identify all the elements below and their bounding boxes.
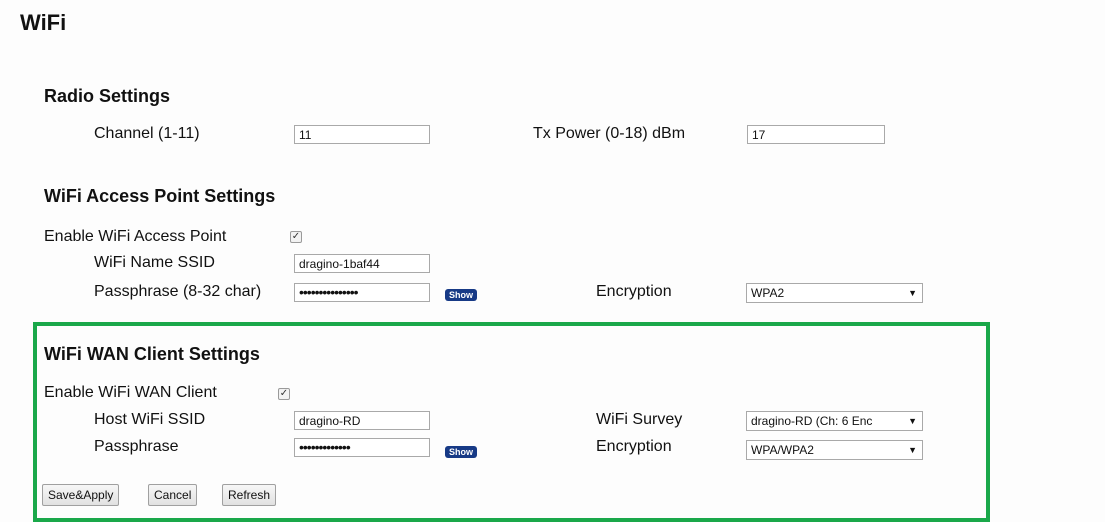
wifi-survey-select[interactable]: dragino-RD (Ch: 6 Enc ▼ (746, 411, 923, 431)
refresh-button[interactable]: Refresh (222, 484, 277, 506)
host-ssid-input[interactable] (294, 411, 430, 430)
wifi-survey-value: dragino-RD (Ch: 6 Enc (751, 414, 873, 428)
wifi-survey-label: WiFi Survey (596, 411, 683, 428)
wan-settings-heading: WiFi WAN Client Settings (44, 344, 260, 364)
channel-label: Channel (1-11) (94, 125, 200, 142)
ap-encryption-value: WPA2 (751, 286, 785, 300)
ap-show-password-button[interactable]: Show (445, 289, 477, 301)
dropdown-arrow-icon: ▼ (908, 416, 917, 426)
enable-wan-checkbox[interactable]: ✓ (278, 388, 290, 400)
wan-encryption-value: WPA/WPA2 (751, 443, 814, 457)
check-mark-icon: ✓ (291, 231, 301, 242)
dropdown-arrow-icon: ▼ (908, 288, 917, 298)
check-mark-icon: ✓ (279, 388, 289, 399)
wan-encryption-select[interactable]: WPA/WPA2 ▼ (746, 440, 923, 460)
txpower-label: Tx Power (0-18) dBm (533, 125, 686, 142)
wan-passphrase-label: Passphrase (94, 438, 179, 455)
wan-passphrase-input[interactable] (294, 438, 430, 457)
page-title: WiFi (20, 10, 67, 35)
cancel-button[interactable]: Cancel (148, 484, 198, 506)
dropdown-arrow-icon: ▼ (908, 445, 917, 455)
enable-ap-label: Enable WiFi Access Point (44, 228, 227, 245)
wan-encryption-label: Encryption (596, 438, 672, 455)
save-apply-button[interactable]: Save&Apply (42, 484, 120, 506)
channel-input[interactable] (294, 125, 430, 144)
ap-passphrase-input[interactable] (294, 283, 430, 302)
ap-ssid-input[interactable] (294, 254, 430, 273)
enable-wan-label: Enable WiFi WAN Client (44, 384, 217, 401)
ap-ssid-label: WiFi Name SSID (94, 254, 215, 271)
ap-passphrase-label: Passphrase (8-32 char) (94, 283, 262, 300)
host-ssid-label: Host WiFi SSID (94, 411, 206, 428)
ap-settings-heading: WiFi Access Point Settings (44, 186, 276, 206)
ap-encryption-label: Encryption (596, 283, 672, 300)
enable-ap-checkbox[interactable]: ✓ (290, 231, 302, 243)
txpower-input[interactable] (747, 125, 885, 144)
wan-show-password-button[interactable]: Show (445, 446, 477, 458)
ap-encryption-select[interactable]: WPA2 ▼ (746, 283, 923, 303)
radio-settings-heading: Radio Settings (44, 86, 171, 106)
